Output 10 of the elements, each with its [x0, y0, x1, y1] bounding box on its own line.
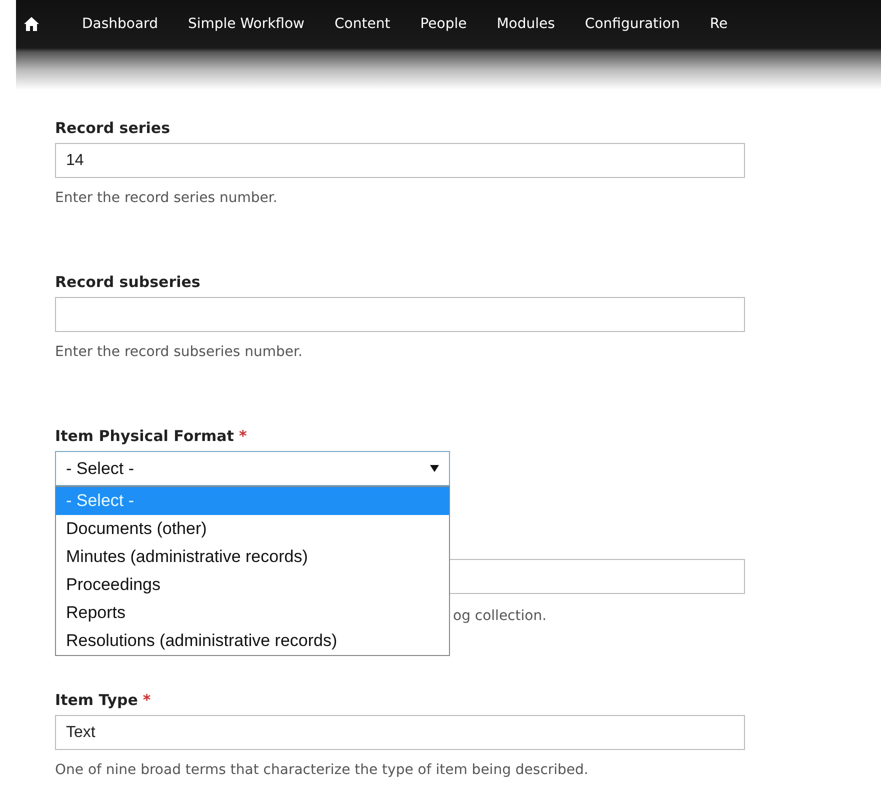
field-description: Enter the record subseries number.: [55, 343, 304, 362]
field-description: og collection.: [453, 607, 547, 626]
field-label: Item Physical Format: [55, 426, 234, 446]
field-description: One of nine broad terms that characterize the type of item being described.: [55, 761, 590, 780]
required-mark: *: [142, 690, 151, 710]
required-mark: *: [238, 426, 247, 446]
field-label: Record series: [55, 118, 170, 138]
field-label: Record subseries: [55, 272, 200, 292]
field-label: Item Type: [55, 690, 138, 710]
field-description: Enter the record series number.: [55, 189, 278, 208]
